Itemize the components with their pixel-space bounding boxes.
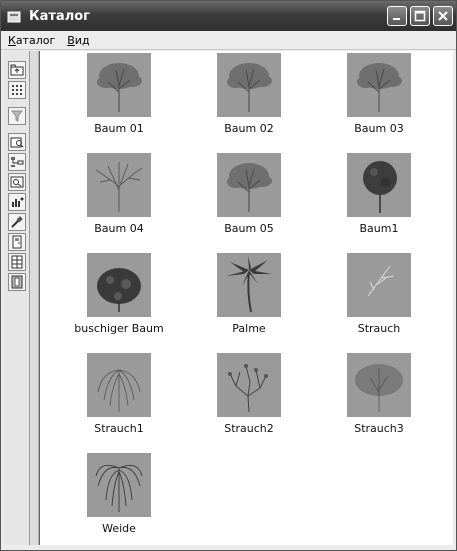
chart-icon[interactable] [7,193,26,211]
shrub-light-icon [367,265,395,297]
tree-round-icon [363,161,397,213]
menu-catalog[interactable]: Каталог [3,34,60,47]
eyedropper-icon[interactable] [7,213,26,231]
catalog-item[interactable]: Baum 05 [184,153,314,253]
filter-icon[interactable] [7,107,26,125]
close-icon [438,11,448,21]
window-title: Каталог [29,8,90,24]
shrub-willow-icon [97,369,141,412]
catalog-item[interactable]: Baum 02 [184,53,314,153]
catalog-item[interactable]: Strauch1 [54,353,184,453]
title-bar[interactable]: Каталог [1,1,456,31]
catalog-item[interactable]: Strauch [314,253,444,353]
catalog-item-label: Baum 03 [354,122,404,135]
catalog-item[interactable]: buschiger Baum [54,253,184,353]
catalog-thumbnail[interactable] [217,353,281,417]
menu-catalog-accel: К [8,33,16,47]
bush-icon [97,268,141,312]
list-view-icon[interactable] [7,81,26,99]
minimize-button[interactable] [387,6,407,26]
catalog-item[interactable]: Weide [54,453,184,545]
menu-view-accel: В [67,33,75,47]
shrub-dense-icon [355,364,403,412]
catalog-thumbnail[interactable] [217,153,281,217]
catalog-item[interactable]: Baum 04 [54,153,184,253]
image-search-icon[interactable] [7,173,26,191]
catalog-item[interactable]: Baum 03 [314,53,444,153]
catalog-item-label: Baum1 [359,222,399,235]
catalog-item-label: Baum 01 [94,122,144,135]
catalog-view: Baum 01 Baum 02 Baum 03 Baum 04 Baum 05 Baum1… [39,51,453,545]
catalog-item[interactable]: Baum1 [314,153,444,253]
panel-divider[interactable] [30,51,39,545]
palm-icon [226,256,272,313]
menu-view[interactable]: Вид [62,34,94,47]
catalog-thumbnail[interactable] [347,353,411,417]
window-icon[interactable] [7,253,26,271]
tree-icon [227,163,272,212]
menu-view-rest: ид [74,33,90,47]
catalog-thumbnail[interactable] [347,53,411,117]
catalog-item-label: Weide [102,522,136,535]
catalog-item-label: Strauch [357,322,401,335]
door-icon[interactable] [7,233,26,251]
catalog-item-label: Strauch1 [94,422,144,435]
app-icon [7,9,21,23]
catalog-thumbnail[interactable] [217,53,281,117]
tree-view-icon[interactable] [7,153,26,171]
menu-bar: Каталог Вид [1,31,456,50]
tree-icon [357,63,402,112]
catalog-item[interactable]: Strauch3 [314,353,444,453]
side-toolbar [4,51,30,545]
maximize-icon [414,10,426,22]
frame-icon[interactable] [7,273,26,291]
catalog-item-label: Palme [232,322,266,335]
shrub-branchy-icon [228,364,268,413]
folder-up-icon[interactable] [7,61,26,79]
catalog-item-label: Baum 05 [224,222,274,235]
catalog-thumbnail[interactable] [347,253,411,317]
maximize-button[interactable] [410,6,430,26]
catalog-grid: Baum 01 Baum 02 Baum 03 Baum 04 Baum 05 Baum1… [54,53,444,545]
tree-icon [227,63,272,112]
catalog-item-label: buschiger Baum [74,322,164,335]
catalog-thumbnail[interactable] [87,53,151,117]
catalog-thumbnail[interactable] [87,253,151,317]
catalog-thumbnail[interactable] [87,453,151,517]
catalog-item[interactable]: Strauch2 [184,353,314,453]
minimize-icon [393,18,400,20]
catalog-item-label: Strauch2 [224,422,274,435]
catalog-item-label: Baum 04 [94,222,144,235]
catalog-thumbnail[interactable] [347,153,411,217]
folder-search-icon[interactable] [7,133,26,151]
tree-bare-icon [95,162,143,212]
catalog-thumbnail[interactable] [87,153,151,217]
tree-icon [97,63,142,112]
menu-catalog-rest: аталог [15,33,56,47]
catalog-item[interactable]: Palme [184,253,314,353]
catalog-thumbnail[interactable] [217,253,281,317]
catalog-thumbnail[interactable] [87,353,151,417]
catalog-item-label: Baum 02 [224,122,274,135]
catalog-item[interactable]: Baum 01 [54,53,184,153]
willow-icon [95,464,143,512]
close-button[interactable] [433,6,453,26]
catalog-window: Каталог Каталог Вид Baum 01 Baum 02 Baum… [0,0,457,551]
catalog-item-label: Strauch3 [354,422,404,435]
